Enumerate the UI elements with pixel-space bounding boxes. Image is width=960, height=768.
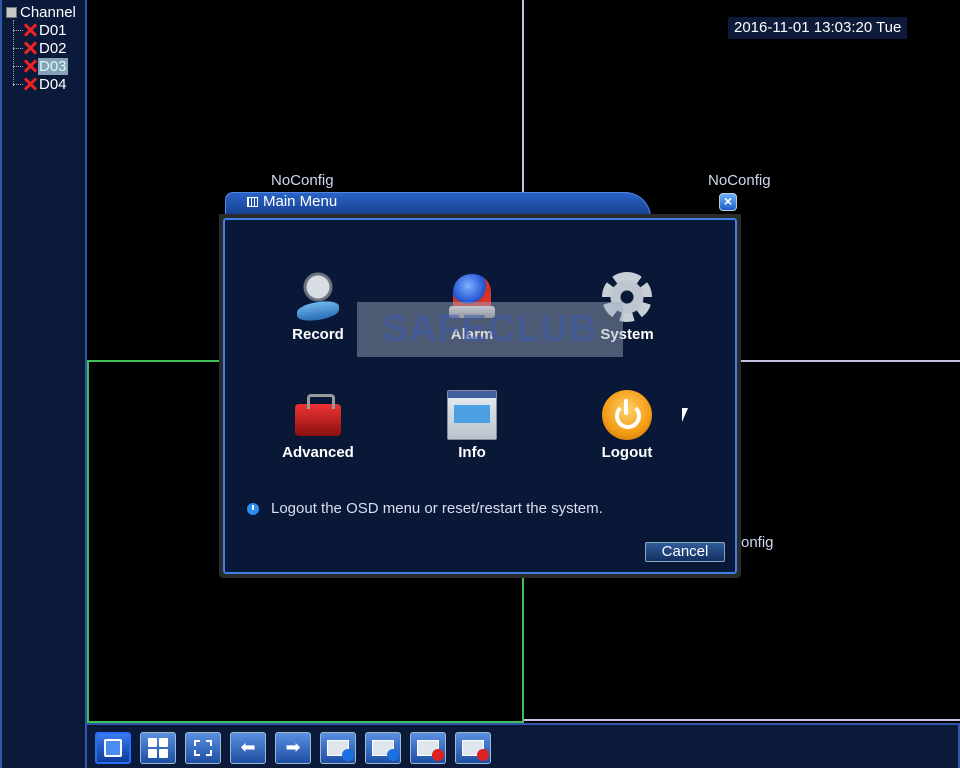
close-button[interactable]: × [719,193,737,211]
help-hint: Logout the OSD menu or reset/restart the… [247,500,603,517]
channel-item-d02[interactable]: D02 [13,39,68,57]
arrow-right-icon: ➡ [285,737,301,758]
channel-label: D03 [38,57,68,75]
watermark: SAFECLUB [357,302,623,357]
channel-status-label: onfig [741,534,774,551]
info-bullet-icon [247,502,259,515]
single-view-button[interactable] [95,732,131,764]
start-tour-button[interactable] [320,732,356,764]
channel-status-label: NoConfig [271,172,334,189]
channel-item-d04[interactable]: D04 [13,75,68,93]
disconnected-icon [23,41,37,55]
fullscreen-button[interactable] [185,732,221,764]
dialog-title-text: Main Menu [263,193,338,210]
disconnected-icon [23,77,37,91]
dialog-content: Record Alarm System Advanced Info Logout [223,218,737,574]
monitor-stop-icon [372,740,399,761]
mouse-cursor-icon [682,408,688,422]
record-start-icon [417,740,444,761]
tree-collapse-icon[interactable] [6,7,17,18]
single-screen-icon [104,739,122,757]
record-stop-icon [462,740,489,761]
disconnected-icon [23,23,37,37]
previous-button[interactable]: ⬅ [230,732,266,764]
channel-select-border-left [87,362,89,723]
datetime-display: 2016-11-01 13:03:20 Tue [728,17,908,39]
cancel-button[interactable]: Cancel [645,542,725,562]
channel-label: D01 [39,21,67,39]
channel-root-label: Channel [20,4,76,21]
menu-grid-icon [247,196,258,207]
menu-item-label: Advanced [282,444,354,461]
menu-item-info[interactable]: Info [417,390,527,461]
stop-tour-button[interactable] [365,732,401,764]
grid-divider-horizontal-right [741,360,960,362]
logout-icon [602,390,652,440]
channel-tree-root[interactable]: Channel [6,4,76,21]
dialog-body: Record Alarm System Advanced Info Logout [219,214,741,578]
channel-label: D02 [39,39,67,57]
grid-divider-vertical-bottom [522,578,524,723]
grid-divider-horizontal-left [87,360,220,362]
channel-item-d01[interactable]: D01 [13,21,68,39]
channel-status-label: NoConfig [708,172,771,189]
dialog-title: Main Menu [247,193,337,210]
quad-screen-icon [148,738,168,758]
main-menu-dialog: Main Menu × Record Alarm System Advanced [219,190,741,578]
hint-text: Logout the OSD menu or reset/restart the… [271,500,603,517]
fullscreen-icon [194,740,212,756]
channel-item-d03[interactable]: D03 [13,57,68,75]
channel-sidebar: Channel D01 D02 D03 D04 [0,0,87,768]
quad-view-button[interactable] [140,732,176,764]
bottom-toolbar: ⬅ ➡ [87,723,960,768]
info-icon [447,390,497,440]
stop-record-button[interactable] [455,732,491,764]
arrow-left-icon: ⬅ [240,737,256,758]
menu-item-advanced[interactable]: Advanced [263,390,373,461]
monitor-play-icon [327,740,354,761]
advanced-icon [293,390,343,440]
next-button[interactable]: ➡ [275,732,311,764]
grid-border-bottom-right [524,719,960,721]
channel-label: D04 [39,75,67,93]
record-icon [293,272,343,322]
menu-item-logout[interactable]: Logout [572,390,682,461]
disconnected-icon [23,59,37,73]
menu-item-label: Logout [601,444,653,461]
record-button[interactable] [410,732,446,764]
menu-item-label: Info [458,444,486,461]
